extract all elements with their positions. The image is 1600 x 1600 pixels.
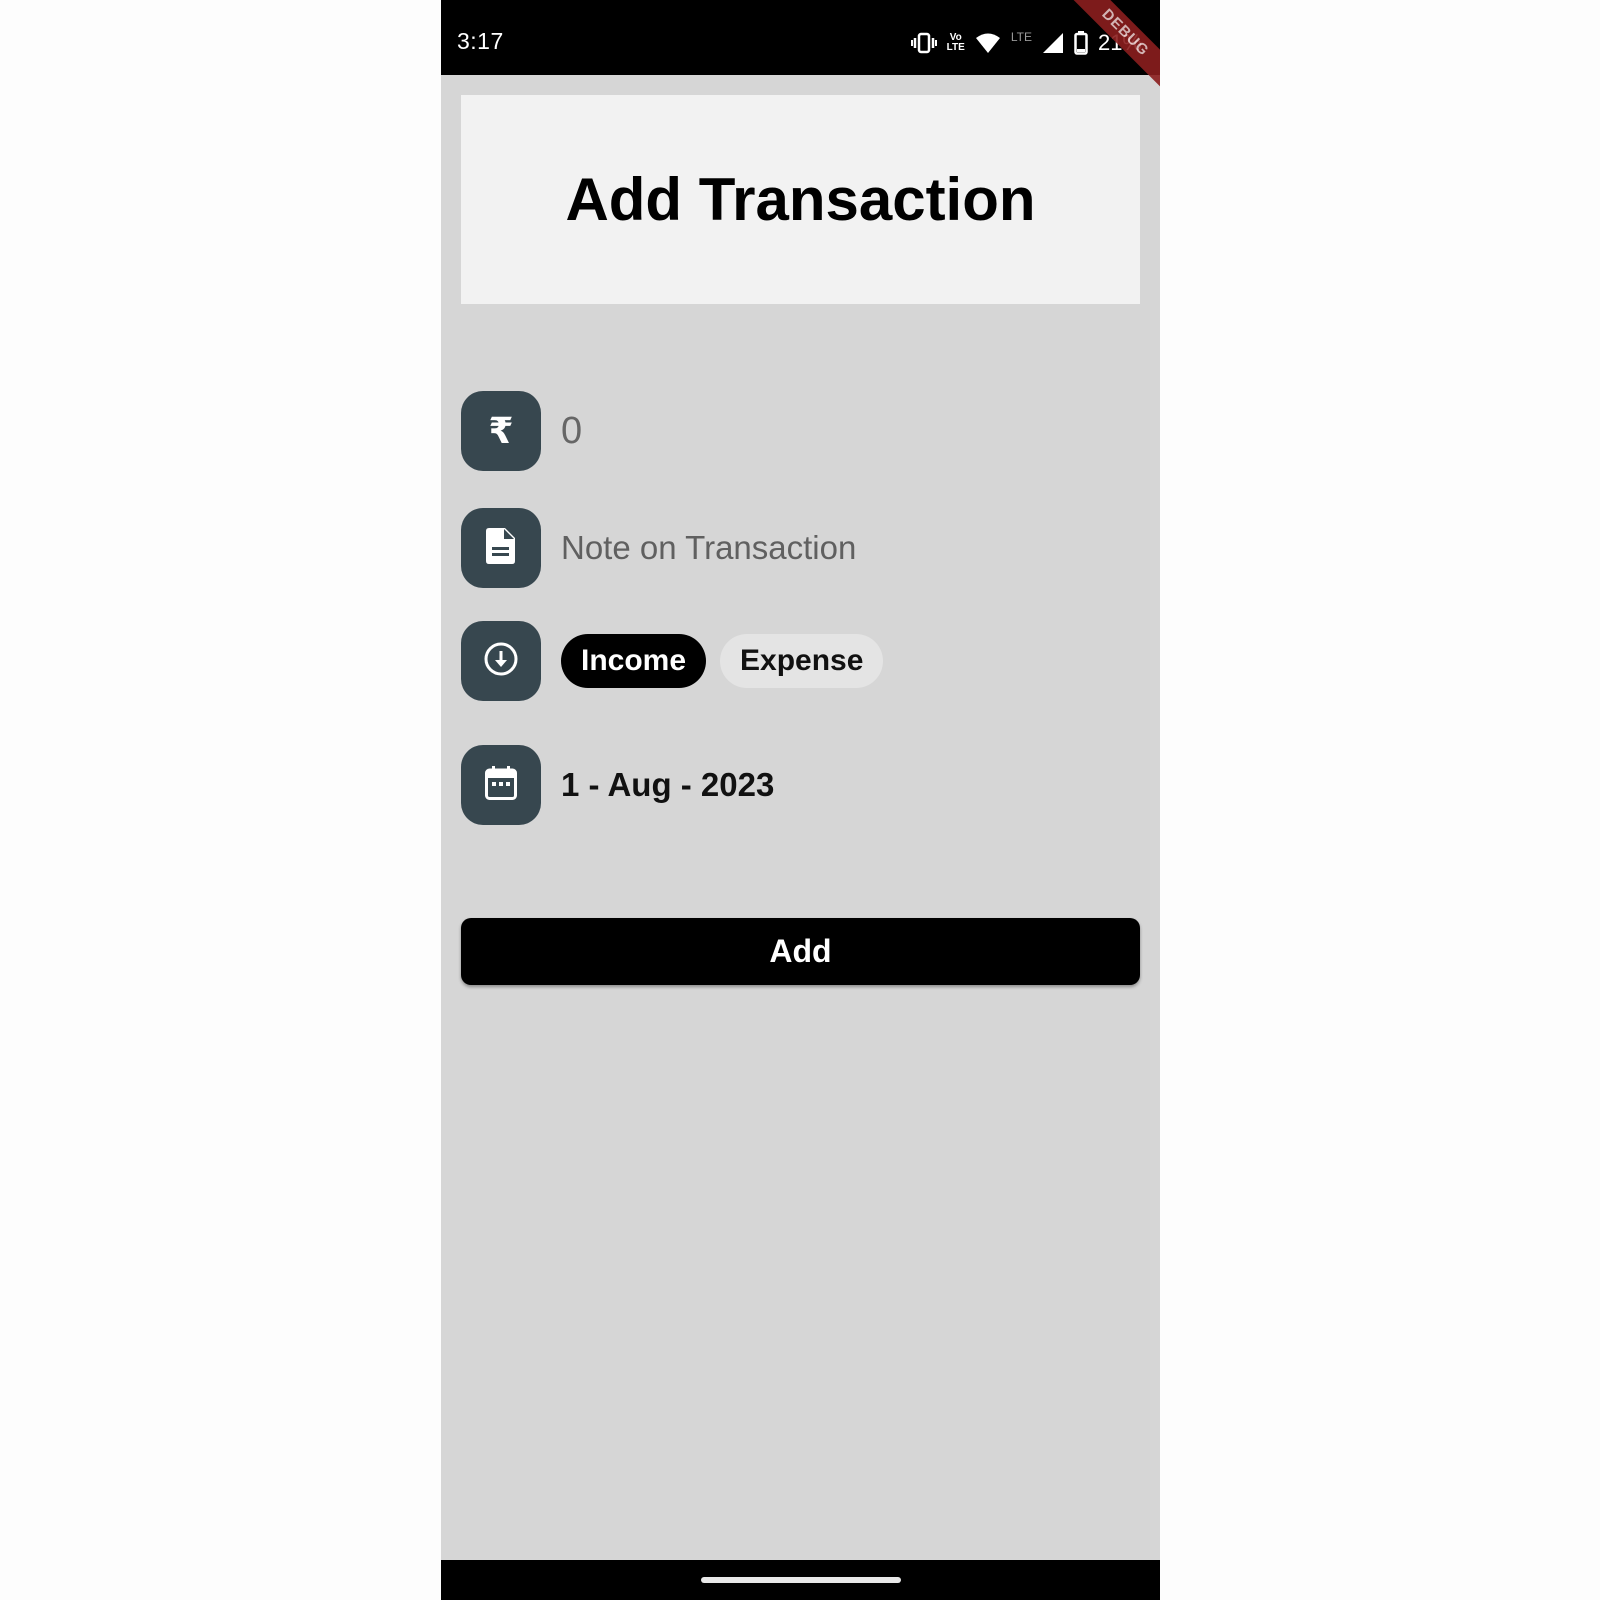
document-icon — [486, 527, 516, 569]
cell-signal-icon — [1042, 32, 1064, 54]
volte-bottom-label: LTE — [946, 42, 965, 53]
battery-icon — [1074, 31, 1088, 55]
calendar-icon-box[interactable] — [461, 745, 541, 825]
network-type-label: LTE — [1010, 30, 1032, 44]
header-card: Add Transaction — [461, 95, 1140, 304]
wifi-icon — [975, 32, 1001, 54]
navigation-bar — [441, 1560, 1160, 1600]
amount-input[interactable] — [561, 409, 1121, 453]
phone-screen: 3:17 Vo LTE LTE DEBUG Add Transaction ₹ … — [441, 0, 1160, 1600]
volte-icon: Vo LTE — [947, 33, 965, 53]
amount-row: ₹ — [461, 391, 1121, 471]
note-input[interactable] — [561, 529, 1121, 567]
status-time: 3:17 — [457, 28, 504, 54]
note-row — [461, 508, 1121, 588]
note-icon-box — [461, 508, 541, 588]
date-value[interactable]: 1 - Aug - 2023 — [561, 766, 774, 804]
status-bar: 3:17 Vo LTE LTE DEBUG — [441, 0, 1160, 96]
home-indicator[interactable] — [701, 1577, 901, 1583]
add-button[interactable]: Add — [461, 918, 1140, 985]
rupee-icon: ₹ — [488, 410, 514, 451]
calendar-icon — [485, 765, 517, 805]
date-row[interactable]: 1 - Aug - 2023 — [461, 745, 774, 825]
type-row: Income Expense — [461, 621, 884, 701]
rupee-icon-box: ₹ — [461, 391, 541, 471]
vibrate-icon — [910, 32, 937, 54]
download-circle-icon — [483, 641, 519, 682]
expense-chip[interactable]: Expense — [720, 634, 884, 688]
type-icon-box — [461, 621, 541, 701]
income-chip[interactable]: Income — [561, 634, 707, 688]
page-title: Add Transaction — [565, 166, 1036, 233]
